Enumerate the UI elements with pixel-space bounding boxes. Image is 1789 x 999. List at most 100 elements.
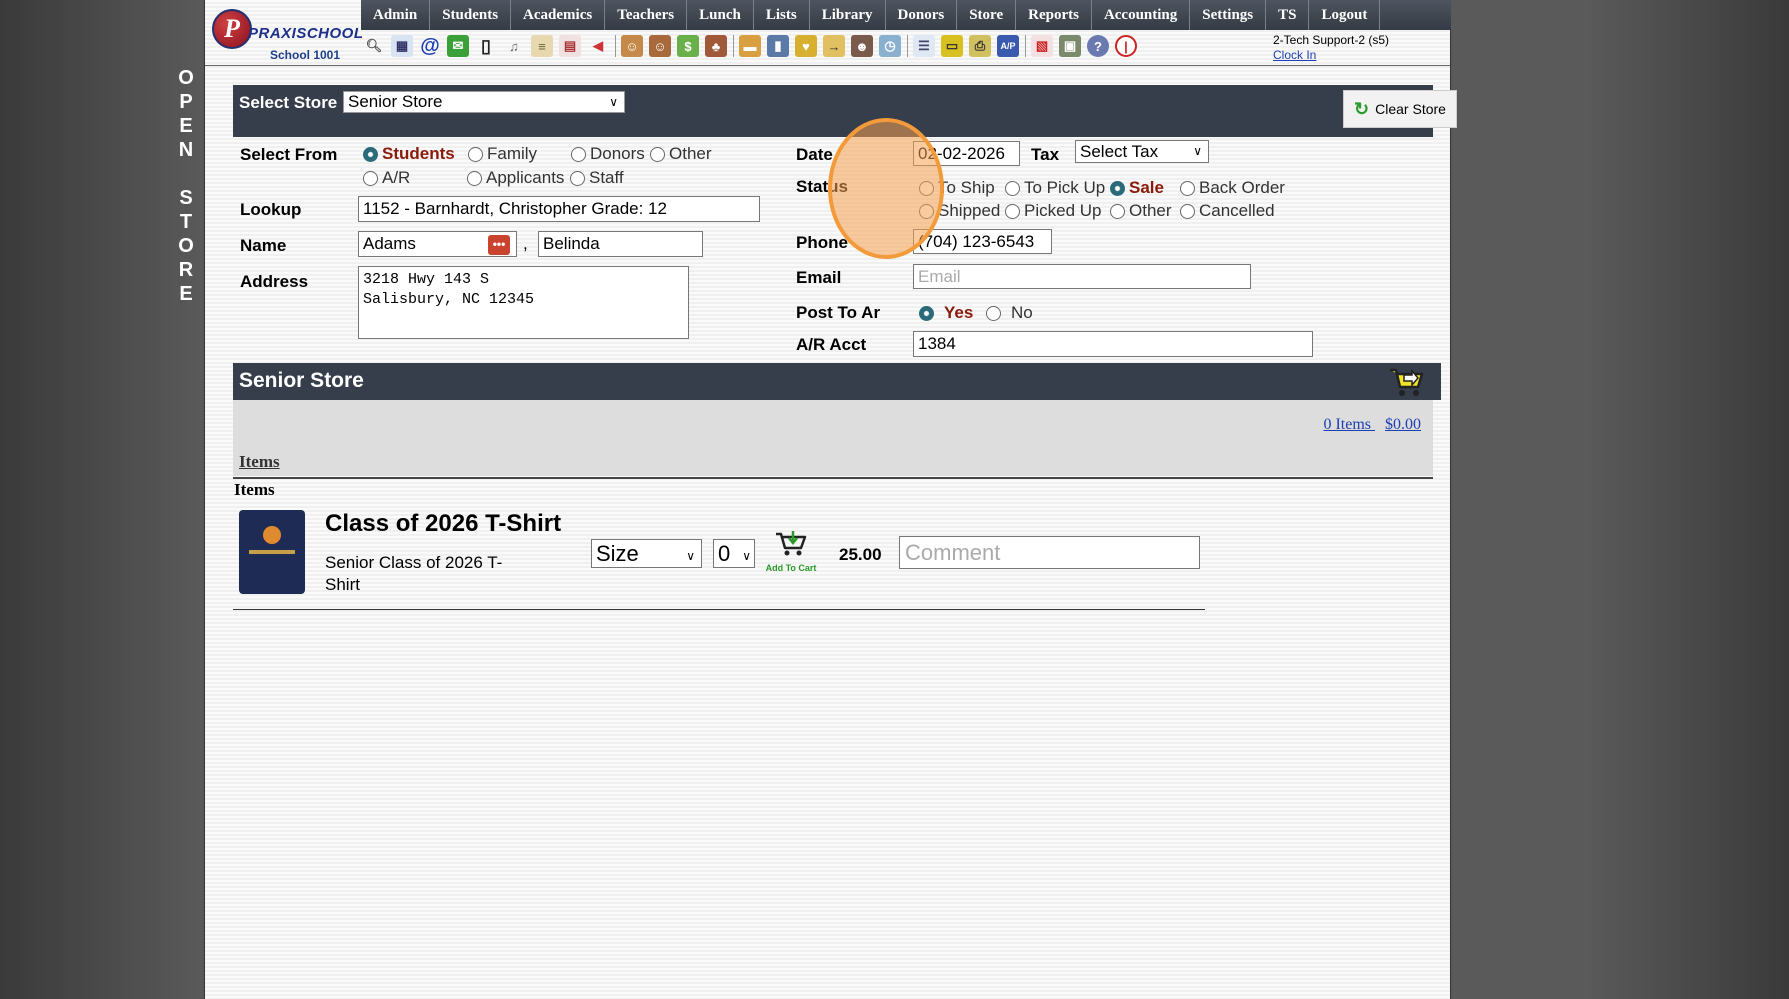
status-sale[interactable]: Sale	[1110, 178, 1164, 198]
card-icon[interactable]: ▭	[941, 35, 963, 57]
calendar-grid-icon[interactable]: ▦	[391, 35, 413, 57]
banner-letter: R	[178, 259, 194, 281]
radio-other[interactable]: Other	[650, 144, 712, 164]
radio-label: Staff	[589, 168, 624, 187]
banner-letter: N	[178, 139, 194, 161]
radio-dot	[468, 146, 483, 162]
menu-lunch[interactable]: Lunch	[687, 0, 754, 30]
radio-applicants[interactable]: Applicants	[467, 168, 564, 188]
add-to-cart-button[interactable]: Add To Cart	[765, 530, 817, 573]
main-menu: Admin Students Academics Teachers Lunch …	[361, 0, 1451, 30]
store-icon[interactable]: →	[823, 35, 845, 57]
toolbar-divider	[1025, 35, 1026, 57]
student-icon[interactable]: ☺	[621, 35, 643, 57]
menu-accounting[interactable]: Accounting	[1092, 0, 1191, 30]
banner-letter: E	[179, 115, 193, 137]
status-other[interactable]: Other	[1110, 201, 1172, 221]
radio-label: A/R	[382, 168, 411, 187]
status-to-pick-up[interactable]: To Pick Up	[1005, 178, 1105, 198]
radio-label: Shipped	[938, 201, 1001, 220]
chat-icon[interactable]: ✉	[447, 35, 469, 57]
staff-icon[interactable]: ☻	[851, 35, 873, 57]
menu-store[interactable]: Store	[957, 0, 1017, 30]
radio-label: To Pick Up	[1024, 178, 1106, 197]
cart-total-link[interactable]: $0.00	[1385, 416, 1421, 433]
phone-label: Phone	[796, 233, 848, 252]
menu-reports[interactable]: Reports	[1016, 0, 1092, 30]
radio-label: Yes	[944, 303, 974, 322]
clock-icon[interactable]: ◷	[879, 35, 901, 57]
radio-students[interactable]: Students	[363, 144, 455, 164]
post-ar-no[interactable]: No	[986, 303, 1033, 323]
list-icon[interactable]: ☰	[913, 35, 935, 57]
printer-icon[interactable]: ⎙	[969, 35, 991, 57]
menu-ts[interactable]: TS	[1266, 0, 1310, 30]
power-icon[interactable]: |	[1115, 35, 1137, 57]
items-tab[interactable]: Items	[239, 452, 280, 472]
donation-icon[interactable]: ♥	[795, 35, 817, 57]
book-icon[interactable]: ▮	[767, 35, 789, 57]
user-info: 2-Tech Support-2 (s5) Clock In	[1273, 33, 1389, 63]
tax-select[interactable]: Select Tax ∨	[1075, 140, 1209, 163]
toolbar: 🔍︎ ▦ @ ✉ ▯ ♫ ≡ ▤ ◀ ☺ ☺ $ ♣ ▬ ▮ ♥ → ☻ ◷ ☰…	[363, 33, 1143, 59]
menu-teachers[interactable]: Teachers	[605, 0, 688, 30]
praxischool-logo[interactable]: P PRAXISCHOOL School 1001	[208, 3, 363, 63]
store-select[interactable]: Senior Store ∨	[343, 91, 625, 113]
cash-icon[interactable]: ▣	[1059, 35, 1081, 57]
radio-family[interactable]: Family	[468, 144, 537, 164]
name-lookup-icon[interactable]: •••	[488, 235, 510, 255]
teacher-icon[interactable]: ☺	[649, 35, 671, 57]
refresh-icon: ↻	[1354, 98, 1370, 119]
store-section-title: Senior Store	[239, 369, 364, 392]
radio-donors[interactable]: Donors	[571, 144, 645, 164]
speaker-icon[interactable]: ♫	[503, 35, 525, 57]
menu-lists[interactable]: Lists	[754, 0, 810, 30]
items-count-link[interactable]: 0 Items	[1323, 416, 1371, 433]
search-icon[interactable]: 🔍︎	[363, 35, 385, 57]
note-icon[interactable]: ≡	[531, 35, 553, 57]
radio-staff[interactable]: Staff	[570, 168, 624, 188]
checkout-cart-icon[interactable]	[1387, 365, 1425, 399]
clock-in-link[interactable]: Clock In	[1273, 48, 1389, 63]
radio-ar[interactable]: A/R	[363, 168, 410, 188]
address-textarea[interactable]: 3218 Hwy 143 S Salisbury, NC 12345	[358, 266, 689, 339]
money-icon[interactable]: $	[677, 35, 699, 57]
email-icon[interactable]: @	[419, 35, 441, 57]
email-input[interactable]: Email	[913, 264, 1251, 289]
quantity-select[interactable]: 0 ∨	[713, 539, 755, 568]
logo-mark: P	[212, 9, 252, 49]
menu-library[interactable]: Library	[810, 0, 886, 30]
tshirt-image	[239, 510, 305, 594]
menu-academics[interactable]: Academics	[511, 0, 606, 30]
first-name-input[interactable]: Belinda	[538, 231, 703, 257]
store-selector-bar: Select Store Senior Store ∨ ↻ Clear Stor…	[233, 85, 1457, 137]
menu-logout[interactable]: Logout	[1309, 0, 1381, 30]
menu-settings[interactable]: Settings	[1190, 0, 1267, 30]
status-cancelled[interactable]: Cancelled	[1180, 201, 1275, 221]
menu-students[interactable]: Students	[430, 0, 512, 30]
phone-input[interactable]: (704) 123-6543	[913, 229, 1052, 254]
ar-acct-input[interactable]: 1384	[913, 331, 1313, 357]
lunch-icon[interactable]: ▬	[739, 35, 761, 57]
phone-icon[interactable]: ▯	[475, 35, 497, 57]
family-icon[interactable]: ♣	[705, 35, 727, 57]
banner-letter: S	[179, 187, 193, 209]
ap-icon[interactable]: A/P	[997, 35, 1019, 57]
comment-input[interactable]: Comment	[899, 536, 1200, 569]
calendar-icon[interactable]: ▤	[559, 35, 581, 57]
status-picked-up[interactable]: Picked Up	[1005, 201, 1101, 221]
menu-admin[interactable]: Admin	[361, 0, 431, 30]
clear-store-button[interactable]: ↻ Clear Store	[1343, 90, 1457, 128]
radio-dot	[1180, 203, 1195, 219]
help-icon[interactable]: ?	[1087, 35, 1109, 57]
radio-label: Back Order	[1199, 178, 1285, 197]
megaphone-icon[interactable]: ◀	[587, 35, 609, 57]
post-ar-yes[interactable]: Yes	[919, 303, 973, 323]
status-back-order[interactable]: Back Order	[1180, 178, 1285, 198]
cart-summary: 0 Items $0.00	[1313, 416, 1421, 434]
product-title: Class of 2026 T-Shirt	[325, 510, 562, 537]
size-select[interactable]: Size ∨	[591, 539, 702, 568]
menu-donors[interactable]: Donors	[886, 0, 958, 30]
lookup-input[interactable]: 1152 - Barnhardt, Christopher Grade: 12	[358, 196, 760, 222]
pdf-icon[interactable]: ▧	[1031, 35, 1053, 57]
